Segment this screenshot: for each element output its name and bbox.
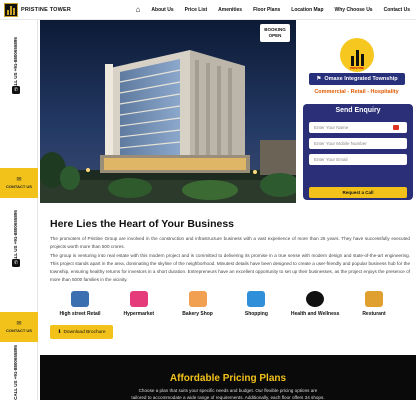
location-text: Omaxe Integrated Township [324, 76, 398, 82]
feature-label: Bakery Shop [182, 311, 213, 317]
phone-icon: ✆ [12, 259, 20, 267]
contact-us-button[interactable]: ✉ CONTACT US [0, 312, 38, 342]
site-header: PRISTINE TOWER ⌂ About Us Price List Ame… [0, 0, 416, 20]
mobile-field[interactable]: Enter Your Mobile Number [309, 138, 407, 149]
main-nav: ⌂ About Us Price List Amenities Floor Pl… [136, 5, 410, 14]
feature-item: Health and Wellness [287, 291, 343, 317]
autofill-icon [393, 125, 399, 130]
download-brochure-button[interactable]: ⬇ Download Brochure [50, 325, 113, 339]
restaurant-icon [364, 291, 383, 307]
download-label: Download Brochure [63, 329, 106, 335]
project-logo: PRISTINE [340, 38, 374, 72]
home-icon[interactable]: ⌂ [136, 5, 141, 14]
contact-us-label: CONTACT US [6, 328, 32, 333]
contact-us-label: CONTACT US [6, 184, 32, 189]
feature-list: High street Retail Hypermarket Bakery Sh… [52, 291, 402, 317]
building-illustration [40, 20, 296, 203]
call-us-block-1[interactable]: CALL US +91-8800655895 ✆ [0, 37, 38, 102]
details-paragraph: The group is venturing into real estate … [50, 253, 410, 282]
feature-label: High street Retail [59, 311, 101, 317]
feature-label: Health and Wellness [290, 311, 340, 317]
download-icon: ⬇ [57, 329, 62, 335]
contact-icon: ✉ [16, 321, 22, 327]
brand-name: PRISTINE TOWER [21, 6, 72, 13]
phone-number: +91-8800655895 [12, 36, 18, 71]
nav-amenities[interactable]: Amenities [218, 7, 242, 13]
retail-store-icon [71, 291, 89, 307]
section-heading: Here Lies the Heart of Your Business [50, 218, 235, 230]
pricing-title: Affordable Pricing Plans [169, 373, 287, 384]
call-us-text: CALL US +91-8800655895 [8, 210, 22, 265]
feature-item: High street Retail [52, 291, 108, 317]
bakery-icon [188, 291, 207, 307]
phone-icon: ✆ [12, 86, 20, 94]
nav-about-us[interactable]: About Us [151, 7, 173, 13]
name-placeholder: Enter Your Name [314, 125, 349, 130]
location-pill: ⚑ Omaxe Integrated Township [309, 73, 405, 85]
booking-open-badge: BOOKING OPEN [260, 24, 290, 42]
call-us-label: CALL US [12, 380, 18, 400]
email-placeholder: Enter Your Email [314, 157, 348, 162]
name-field[interactable]: Enter Your Name [309, 122, 407, 133]
project-tagline: Commercial - Retail - Hospitality [314, 89, 399, 95]
tower-logo-icon [4, 2, 18, 17]
feature-item: Resturant [346, 291, 402, 317]
project-logo-text: PRISTINE [350, 66, 364, 70]
contact-us-button[interactable]: ✉ CONTACT US [0, 168, 38, 198]
nav-location-map[interactable]: Location Map [291, 7, 323, 13]
pricing-subtitle-line-1: Choose a plan that suits your specific n… [138, 388, 318, 393]
mobile-placeholder: Enter Your Mobile Number [314, 141, 367, 146]
nav-floor-plans[interactable]: Floor Plans [253, 7, 280, 13]
email-field[interactable]: Enter Your Email [309, 154, 407, 165]
enquiry-title: Send Enquiry [335, 107, 381, 114]
contact-icon: ✉ [16, 177, 22, 183]
nav-why-choose-us[interactable]: Why Choose Us [335, 7, 373, 13]
feature-label: Shopping [244, 311, 268, 317]
feature-label: Resturant [362, 311, 386, 317]
contact-sidebar: CALL US +91-8800655895 ✆ ✉ CONTACT US CA… [0, 20, 38, 400]
nav-price-list[interactable]: Price List [185, 7, 208, 13]
health-icon [306, 291, 325, 307]
phone-number: +91-8800655895 [12, 344, 18, 379]
call-us-text: CALL US +91-8800655895 [8, 37, 22, 92]
feature-item: Bakery Shop [170, 291, 226, 317]
intro-paragraph: The promoters of Pristine Group are invo… [50, 236, 410, 249]
phone-number: +91-8800655895 [12, 209, 18, 244]
call-us-block-2[interactable]: CALL US +91-8800655895 ✆ [0, 210, 38, 275]
pricing-section: Affordable Pricing Plans Choose a plan t… [40, 355, 416, 400]
call-us-block-3[interactable]: CALL US +91-8800655895 [0, 345, 38, 410]
request-call-button[interactable]: Request a Call [309, 187, 407, 198]
call-us-text: CALL US +91-8800655895 [8, 345, 22, 400]
pricing-subtitle: Choose a plan that suits your specific n… [40, 387, 416, 401]
shopping-bag-icon [247, 291, 266, 307]
enquiry-panel: PRISTINE ⚑ Omaxe Integrated Township Com… [297, 20, 416, 203]
brand-logo[interactable]: PRISTINE TOWER [4, 2, 72, 17]
badge-line-2: OPEN [268, 33, 282, 38]
feature-item: Shopping [228, 291, 284, 317]
feature-item: Hypermarket [111, 291, 167, 317]
hero-image: BOOKING OPEN [40, 20, 296, 203]
about-section: Here Lies the Heart of Your Business The… [40, 203, 416, 400]
nav-contact-us[interactable]: Contact Us [384, 7, 410, 13]
enquiry-form: Send Enquiry Enter Your Name Enter Your … [303, 104, 413, 200]
shopping-cart-icon [129, 291, 148, 307]
location-pin-icon: ⚑ [316, 76, 322, 82]
feature-label: Hypermarket [123, 311, 155, 317]
